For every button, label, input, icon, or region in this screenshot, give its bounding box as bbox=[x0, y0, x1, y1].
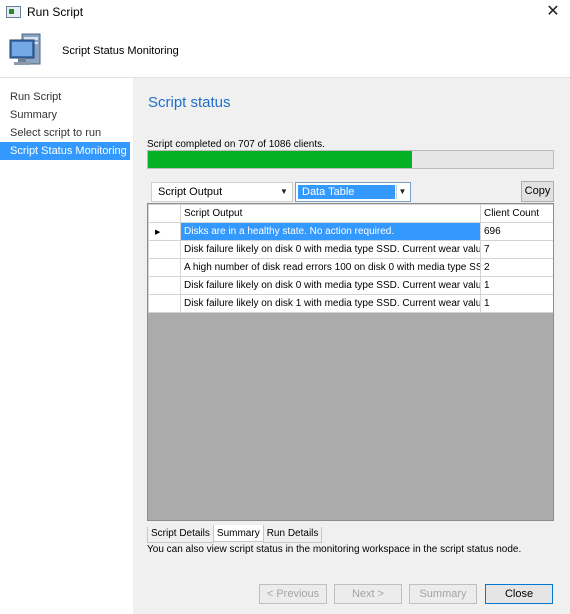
cell-script-output[interactable]: Disk failure likely on disk 0 with media… bbox=[180, 276, 481, 295]
cell-script-output[interactable]: Disk failure likely on disk 0 with media… bbox=[180, 240, 481, 259]
wizard-buttons: < Previous Next > Summary Close bbox=[259, 584, 559, 604]
nav-item-summary[interactable]: Summary bbox=[0, 106, 130, 124]
table-row[interactable]: Disk failure likely on disk 0 with media… bbox=[148, 276, 553, 295]
table-row[interactable]: A high number of disk read errors 100 on… bbox=[148, 258, 553, 277]
wizard-header: Script Status Monitoring bbox=[0, 26, 570, 78]
column-header-client-count[interactable]: Client Count bbox=[480, 204, 553, 223]
table-row[interactable]: ▶ Disks are in a healthy state. No actio… bbox=[148, 222, 553, 241]
chevron-down-icon: ▼ bbox=[280, 187, 288, 196]
cell-client-count[interactable]: 2 bbox=[480, 258, 553, 277]
progress-bar-fill bbox=[148, 151, 412, 168]
grid-header-row: Script Output Client Count bbox=[148, 204, 553, 223]
cell-script-output[interactable]: Disks are in a healthy state. No action … bbox=[180, 222, 481, 241]
footer-note: You can also view script status in the m… bbox=[147, 544, 522, 555]
tab-run-details[interactable]: Run Details bbox=[262, 527, 323, 543]
nav-item-run-script[interactable]: Run Script bbox=[0, 88, 130, 106]
cell-client-count[interactable]: 696 bbox=[480, 222, 553, 241]
cell-script-output[interactable]: A high number of disk read errors 100 on… bbox=[180, 258, 481, 277]
tab-summary[interactable]: Summary bbox=[212, 525, 264, 542]
close-icon[interactable]: ✕ bbox=[542, 1, 564, 23]
wizard-steps-nav: Run Script Summary Select script to run … bbox=[0, 78, 130, 614]
row-header-corner bbox=[148, 204, 181, 223]
column-header-script-output[interactable]: Script Output bbox=[180, 204, 481, 223]
current-row-arrow-icon: ▶ bbox=[155, 229, 161, 236]
cell-client-count[interactable]: 1 bbox=[480, 276, 553, 295]
progress-bar bbox=[147, 150, 554, 169]
table-row[interactable]: Disk failure likely on disk 1 with media… bbox=[148, 294, 553, 313]
cell-client-count[interactable]: 7 bbox=[480, 240, 553, 259]
window-title: Run Script bbox=[27, 5, 84, 19]
script-output-grid: Script Output Client Count ▶ Disks are i… bbox=[147, 203, 554, 521]
previous-button[interactable]: < Previous bbox=[259, 584, 327, 604]
next-button[interactable]: Next > bbox=[334, 584, 402, 604]
detail-tabs: Script Details Summary Run Details bbox=[147, 525, 323, 543]
main-content: Script status Script completed on 707 of… bbox=[133, 78, 570, 614]
row-header[interactable] bbox=[148, 258, 181, 277]
view-type-select-value: Data Table bbox=[298, 185, 395, 199]
table-row[interactable]: Disk failure likely on disk 0 with media… bbox=[148, 240, 553, 259]
script-output-select[interactable]: Script Output ▼ bbox=[151, 182, 293, 202]
row-header[interactable] bbox=[148, 276, 181, 295]
nav-item-select-script[interactable]: Select script to run bbox=[0, 124, 130, 142]
nav-item-script-status-monitoring[interactable]: Script Status Monitoring bbox=[0, 142, 130, 160]
section-title: Script status bbox=[148, 94, 231, 111]
script-output-select-value: Script Output bbox=[158, 186, 223, 198]
summary-button[interactable]: Summary bbox=[409, 584, 477, 604]
computer-monitor-icon bbox=[9, 33, 41, 65]
title-bar: Run Script ✕ bbox=[0, 0, 570, 26]
close-button[interactable]: Close bbox=[485, 584, 553, 604]
status-text: Script completed on 707 of 1086 clients. bbox=[147, 139, 325, 150]
row-header[interactable] bbox=[148, 240, 181, 259]
chevron-down-icon: ▼ bbox=[396, 185, 408, 199]
run-script-app-icon bbox=[6, 6, 21, 18]
cell-client-count[interactable]: 1 bbox=[480, 294, 553, 313]
view-type-select[interactable]: Data Table ▼ bbox=[295, 182, 411, 202]
cell-script-output[interactable]: Disk failure likely on disk 1 with media… bbox=[180, 294, 481, 313]
copy-button[interactable]: Copy bbox=[521, 181, 554, 202]
row-header[interactable]: ▶ bbox=[148, 222, 181, 241]
output-toolbar: Script Output ▼ Data Table ▼ Copy bbox=[147, 181, 554, 203]
row-header[interactable] bbox=[148, 294, 181, 313]
wizard-heading: Script Status Monitoring bbox=[62, 45, 179, 57]
tab-script-details[interactable]: Script Details bbox=[147, 527, 214, 543]
